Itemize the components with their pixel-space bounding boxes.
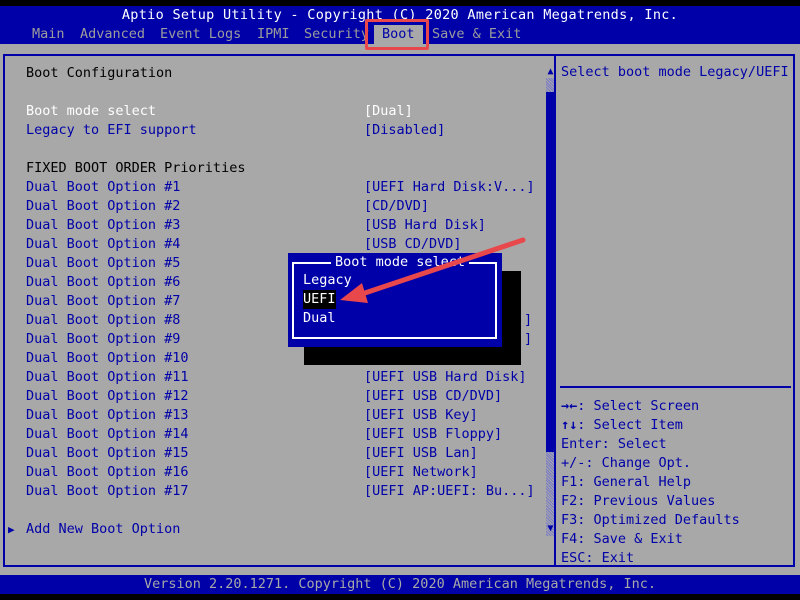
boot-option-label[interactable]: Dual Boot Option #7 — [26, 292, 180, 311]
tab-boot[interactable]: Boot — [374, 25, 423, 44]
boot-option-value[interactable]: ] — [524, 311, 532, 330]
boot-option-label[interactable]: Dual Boot Option #10 — [26, 349, 189, 368]
boot-option-value[interactable]: [UEFI USB Floppy] — [364, 425, 502, 444]
boot-option-label[interactable]: Dual Boot Option #3 — [26, 216, 180, 235]
tab-bar: Main Advanced Event Logs IPMI Security B… — [0, 25, 800, 44]
boot-option-label[interactable]: Dual Boot Option #16 — [26, 463, 189, 482]
fixed-boot-order-title: FIXED BOOT ORDER Priorities — [26, 160, 246, 176]
boot-option-label[interactable]: Dual Boot Option #12 — [26, 387, 189, 406]
legacy-efi-support-label[interactable]: Legacy to EFI support — [26, 121, 197, 140]
key-hint-text: : Select Item — [577, 417, 683, 433]
boot-option-value[interactable]: [UEFI AP:UEFI: Bu...] — [364, 482, 535, 501]
boot-option-label[interactable]: Dual Boot Option #6 — [26, 273, 180, 292]
key-hint-text: F1: General Help — [561, 474, 692, 490]
boot-option-label[interactable]: Dual Boot Option #14 — [26, 425, 189, 444]
key-hint: F3: Optimized Defaults — [561, 511, 740, 530]
tab-advanced[interactable]: Advanced — [78, 25, 147, 44]
key-hint-text: Enter: Select — [561, 436, 667, 452]
key-hint-text: F3: Optimized Defaults — [561, 512, 740, 528]
boot-mode-select-value[interactable]: [Dual] — [364, 102, 413, 121]
boot-option-value[interactable]: ] — [524, 330, 532, 349]
help-description: Select boot mode Legacy/UEFI — [561, 64, 789, 80]
key-hint-text: ESC: Exit — [561, 550, 635, 566]
boot-option-value[interactable]: [UEFI USB Lan] — [364, 444, 478, 463]
key-glyph-icon: ↑↓ — [561, 417, 578, 433]
boot-option-value[interactable]: [UEFI USB Key] — [364, 406, 478, 425]
boot-option-value[interactable]: [UEFI USB Hard Disk] — [364, 368, 527, 387]
submenu-arrow-icon: ▶ — [8, 523, 15, 536]
header-bar: Aptio Setup Utility - Copyright (C) 2020… — [0, 6, 800, 44]
key-hint: +/-: Change Opt. — [561, 454, 740, 473]
key-hint: ESC: Exit — [561, 549, 740, 568]
boot-option-value[interactable]: [UEFI Network] — [364, 463, 478, 482]
boot-option-value[interactable]: [UEFI Hard Disk:V...] — [364, 178, 535, 197]
tab-save-exit[interactable]: Save & Exit — [430, 25, 523, 44]
key-legend: →←: Select Screen ↑↓: Select Item Enter: S… — [561, 397, 740, 568]
key-hint: →←: Select Screen — [561, 397, 740, 416]
help-panel: Select boot mode Legacy/UEFI →←: Select … — [554, 54, 795, 567]
key-hint: ↑↓: Select Item — [561, 416, 740, 435]
boot-option-value[interactable]: [USB CD/DVD] — [364, 235, 462, 254]
key-glyph-icon: →← — [561, 398, 578, 414]
boot-option-label[interactable]: Dual Boot Option #13 — [26, 406, 189, 425]
popup-option-legacy[interactable]: Legacy — [303, 271, 352, 290]
boot-option-label[interactable]: Dual Boot Option #5 — [26, 254, 180, 273]
boot-option-label[interactable]: Dual Boot Option #11 — [26, 368, 189, 387]
boot-option-label[interactable]: Dual Boot Option #17 — [26, 482, 189, 501]
boot-option-label[interactable]: Dual Boot Option #15 — [26, 444, 189, 463]
key-hint: Enter: Select — [561, 435, 740, 454]
key-hint-text: +/-: Change Opt. — [561, 455, 692, 471]
key-hint: F2: Previous Values — [561, 492, 740, 511]
popup-option-uefi[interactable]: UEFI — [303, 290, 336, 309]
boot-option-label[interactable]: Dual Boot Option #1 — [26, 178, 180, 197]
boot-option-value[interactable]: [USB Hard Disk] — [364, 216, 486, 235]
app-title: Aptio Setup Utility - Copyright (C) 2020… — [121, 7, 679, 23]
tab-security[interactable]: Security — [302, 25, 371, 44]
tab-ipmi[interactable]: IPMI — [255, 25, 292, 44]
boot-option-label[interactable]: Dual Boot Option #4 — [26, 235, 180, 254]
boot-option-value[interactable]: [UEFI USB CD/DVD] — [364, 387, 502, 406]
popup-title: Boot mode select — [331, 253, 470, 271]
key-hint-text: F4: Save & Exit — [561, 531, 683, 547]
footer-version: Version 2.20.1271. Copyright (C) 2020 Am… — [0, 575, 800, 594]
help-divider — [560, 386, 791, 388]
boot-mode-popup: Boot mode select Legacy UEFI Dual — [288, 253, 502, 347]
boot-option-label[interactable]: Dual Boot Option #2 — [26, 197, 180, 216]
boot-option-value[interactable]: [CD/DVD] — [364, 197, 429, 216]
key-hint: F1: General Help — [561, 473, 740, 492]
legacy-efi-support-value[interactable]: [Disabled] — [364, 121, 445, 140]
key-hint-text: F2: Previous Values — [561, 493, 716, 509]
popup-option-dual[interactable]: Dual — [303, 309, 336, 328]
boot-mode-select-label[interactable]: Boot mode select — [26, 102, 156, 121]
key-hint: F4: Save & Exit — [561, 530, 740, 549]
boot-option-label[interactable]: Dual Boot Option #8 — [26, 311, 180, 330]
boot-option-label[interactable]: Dual Boot Option #9 — [26, 330, 180, 349]
tab-main[interactable]: Main — [30, 25, 67, 44]
add-new-boot-option[interactable]: Add New Boot Option — [26, 520, 180, 539]
section-title: Boot Configuration — [26, 65, 173, 81]
key-hint-text: : Select Screen — [577, 398, 700, 414]
tab-event-logs[interactable]: Event Logs — [158, 25, 243, 44]
